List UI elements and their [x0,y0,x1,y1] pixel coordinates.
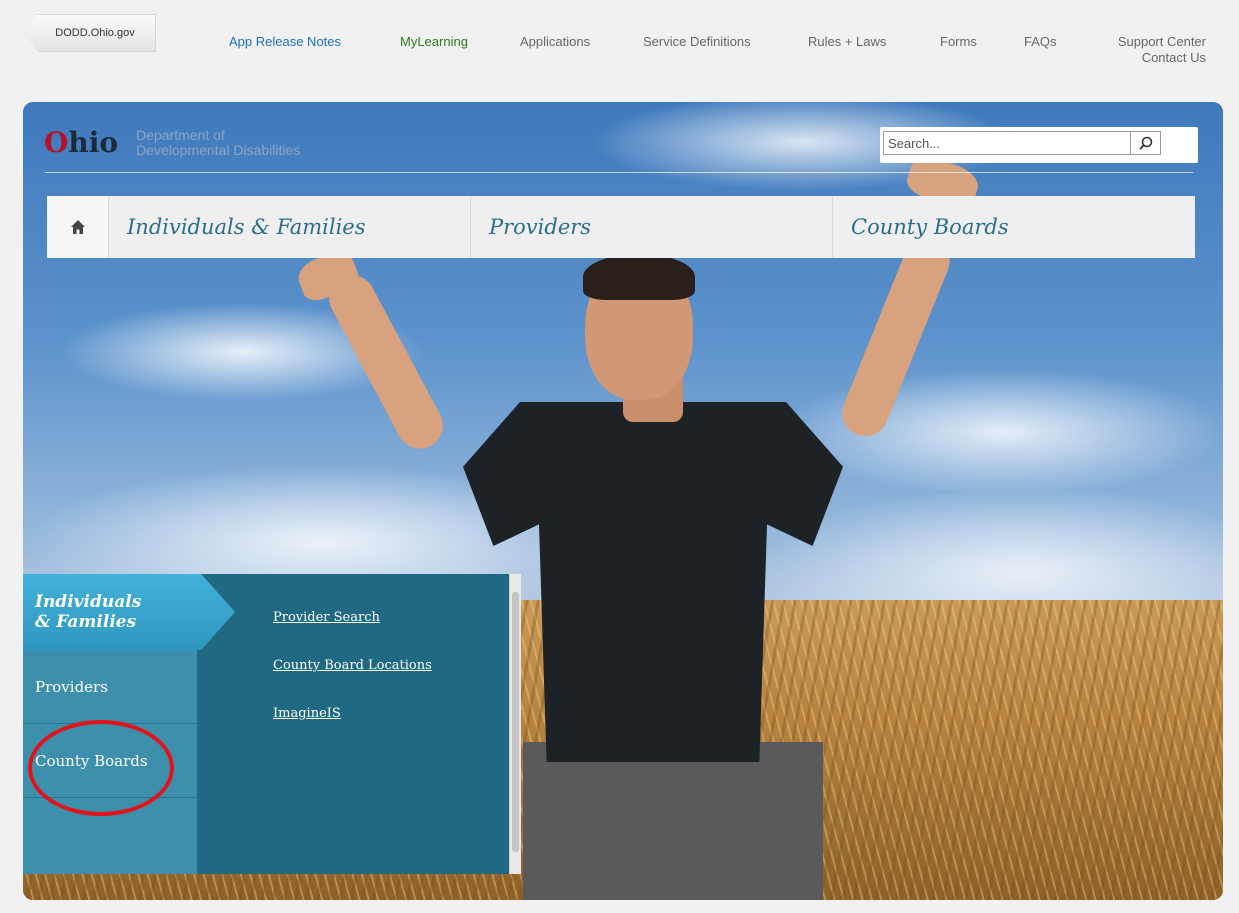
nav-individuals-families[interactable]: Individuals & Families [109,196,471,258]
ohio-wordmark: Ohio [44,126,119,159]
contact-us-link[interactable]: Contact Us [1118,50,1206,66]
scrollbar-thumb[interactable] [512,592,519,852]
forms-link[interactable]: Forms [940,34,977,49]
hero-figure-arm [321,267,451,457]
support-links: Support Center Contact Us [1118,34,1206,66]
imagineis-link[interactable]: ImagineIS [273,706,432,721]
nav-county-boards[interactable]: County Boards [833,196,1195,258]
search-input[interactable] [883,131,1131,155]
search-button[interactable] [1131,131,1161,155]
header-divider [45,172,1193,173]
provider-search-link[interactable]: Provider Search [273,610,432,625]
hero-banner: Ohio Department of Developmental Disabil… [23,102,1223,900]
app-release-notes-link[interactable]: App Release Notes [229,34,341,49]
nav-providers[interactable]: Providers [471,196,833,258]
hero-figure-arm [835,231,957,443]
audience-tab-providers[interactable]: Providers [23,650,197,724]
audience-panel: Providers County Boards Individuals & Fa… [23,574,521,874]
county-board-locations-link[interactable]: County Board Locations [273,658,432,673]
search-box [880,127,1198,163]
ohio-dodd-logo[interactable]: Ohio Department of Developmental Disabil… [44,126,300,159]
rules-laws-link[interactable]: Rules + Laws [808,34,886,49]
hero-figure-pants [523,742,823,900]
main-navigation: Individuals & Families Providers County … [47,196,1195,258]
search-icon [1138,136,1152,150]
audience-links: Provider Search County Board Locations I… [273,610,432,754]
audience-tab-county-boards[interactable]: County Boards [23,724,197,798]
service-definitions-link[interactable]: Service Definitions [643,34,751,49]
faqs-link[interactable]: FAQs [1024,34,1057,49]
active-tab-line2: & Families [35,612,137,632]
top-utility-nav: App Release Notes MyLearning Application… [0,34,1239,74]
audience-tab-individuals-families[interactable]: Individuals & Families [23,574,235,650]
support-center-link[interactable]: Support Center [1118,34,1206,50]
active-tab-line1: Individuals [35,592,142,612]
panel-scrollbar[interactable] [509,574,521,874]
mylearning-link[interactable]: MyLearning [400,34,468,49]
logo-department-name: Department of Developmental Disabilities [136,126,301,158]
home-icon [70,220,85,234]
home-button[interactable] [47,196,109,258]
applications-link[interactable]: Applications [520,34,590,49]
hero-figure-hair [583,254,695,300]
